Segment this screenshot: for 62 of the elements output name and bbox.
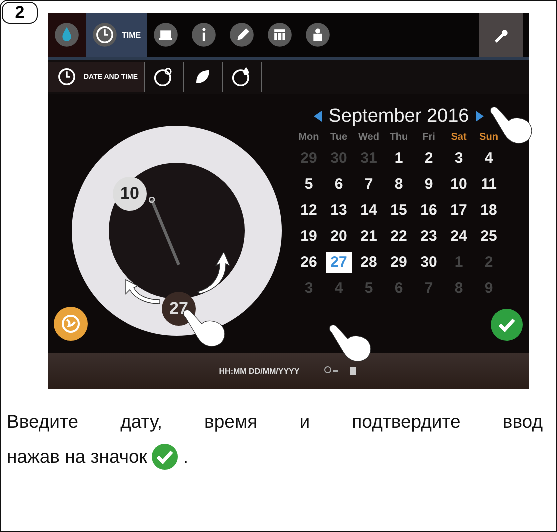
water-drop-icon bbox=[54, 22, 80, 48]
calendar-day[interactable]: 22 bbox=[386, 226, 412, 247]
calendar-day[interactable]: 19 bbox=[296, 226, 322, 247]
calendar-day[interactable]: 2 bbox=[416, 148, 442, 169]
hand-pointer-icon bbox=[328, 323, 374, 363]
weekday-label: Tue bbox=[330, 132, 348, 143]
calendar-day[interactable]: 23 bbox=[416, 226, 442, 247]
globe-button[interactable] bbox=[54, 307, 88, 341]
calendar-day[interactable]: 10 bbox=[446, 174, 472, 195]
status-icons bbox=[324, 366, 358, 376]
clock-icon bbox=[92, 22, 118, 48]
confirm-button[interactable] bbox=[491, 309, 523, 341]
instruction-text: нажав на значок bbox=[7, 446, 148, 468]
calendar-icon bbox=[267, 22, 294, 48]
hour-button[interactable]: 10 bbox=[113, 177, 147, 211]
calendar-day[interactable]: 8 bbox=[386, 174, 412, 195]
calendar-day[interactable]: 25 bbox=[476, 226, 502, 247]
instruction-text: Введите дату, время и подтвердите ввод bbox=[7, 410, 543, 434]
calendar-day[interactable]: 21 bbox=[356, 226, 382, 247]
wrench-icon bbox=[493, 27, 509, 43]
calendar-day[interactable]: 28 bbox=[356, 252, 382, 273]
calendar-day[interactable]: 6 bbox=[326, 174, 352, 195]
calendar-day[interactable]: 7 bbox=[356, 174, 382, 195]
calendar-day[interactable]: 5 bbox=[296, 174, 322, 195]
weekday-label: Sun bbox=[480, 132, 498, 143]
weekday-label: Sat bbox=[451, 132, 467, 143]
calendar-day[interactable]: 30 bbox=[416, 252, 442, 273]
curved-arrow-icon bbox=[196, 252, 230, 294]
calendar-day[interactable]: 4 bbox=[476, 148, 502, 169]
date-format-label: HH:MM DD/MM/YYYY bbox=[219, 366, 300, 376]
step-number: 2 bbox=[2, 2, 38, 24]
next-month-button[interactable] bbox=[475, 110, 484, 124]
calendar-day[interactable]: 29 bbox=[386, 252, 412, 273]
weekday-label: Mon bbox=[298, 132, 320, 143]
monitor-icon bbox=[153, 22, 180, 48]
month-title: September 2016 bbox=[328, 106, 470, 128]
calendar-day[interactable]: 16 bbox=[416, 200, 442, 221]
previous-month-button[interactable] bbox=[314, 110, 323, 124]
check-mark-icon bbox=[151, 443, 180, 471]
calendar-day[interactable]: 14 bbox=[356, 200, 382, 221]
calendar-day[interactable]: 17 bbox=[446, 200, 472, 221]
calendar-day[interactable]: 9 bbox=[416, 174, 442, 195]
calendar-day[interactable]: 1 bbox=[386, 148, 412, 169]
weekday-label: Thu bbox=[390, 132, 408, 143]
weekday-label: Wed bbox=[358, 132, 380, 143]
calendar-day[interactable]: 18 bbox=[476, 200, 502, 221]
pencil-icon bbox=[229, 22, 256, 48]
calendar-day[interactable]: 15 bbox=[386, 200, 412, 221]
calendar-day[interactable]: 20 bbox=[326, 226, 352, 247]
weekday-label: Fri bbox=[422, 132, 436, 143]
sentence-period: . bbox=[183, 446, 189, 468]
calendar-day[interactable]: 26 bbox=[296, 252, 322, 273]
calendar-day[interactable]: 24 bbox=[446, 226, 472, 247]
calendar-day[interactable]: 3 bbox=[446, 148, 472, 169]
settings-button[interactable] bbox=[479, 13, 523, 57]
person-icon bbox=[305, 22, 332, 48]
calendar-day[interactable]: 13 bbox=[326, 200, 352, 221]
calendar-day[interactable]: 11 bbox=[476, 174, 502, 195]
menu-tab[interactable]: TIME bbox=[86, 13, 148, 57]
info-icon bbox=[191, 22, 218, 48]
menu-tab[interactable] bbox=[48, 13, 86, 57]
calendar-day[interactable]: 12 bbox=[296, 200, 322, 221]
